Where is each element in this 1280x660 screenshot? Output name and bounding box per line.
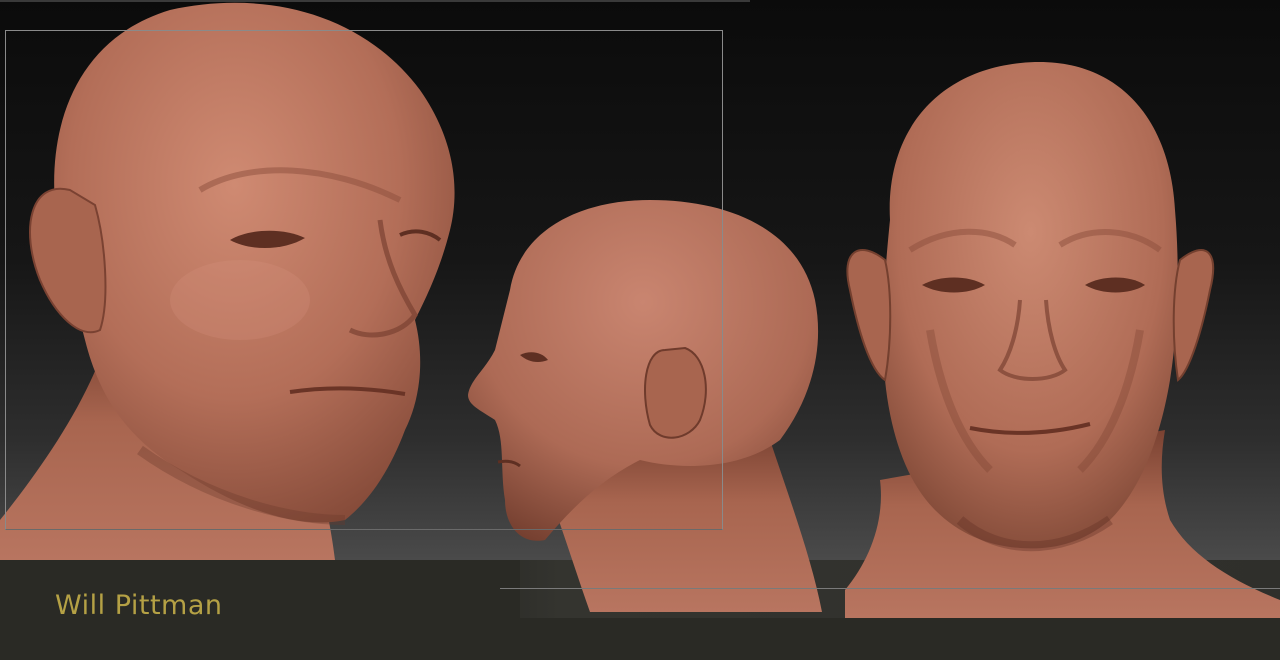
front-head <box>845 61 1280 618</box>
front-ear-left <box>846 249 892 382</box>
front-skull <box>882 61 1178 549</box>
presentation-frame <box>5 30 723 530</box>
frame-baseline <box>500 588 1280 589</box>
sculpt-turnaround-canvas: Will Pittman <box>0 0 1280 660</box>
artist-name: Will Pittman <box>55 590 223 621</box>
front-ear-right <box>1172 249 1215 382</box>
